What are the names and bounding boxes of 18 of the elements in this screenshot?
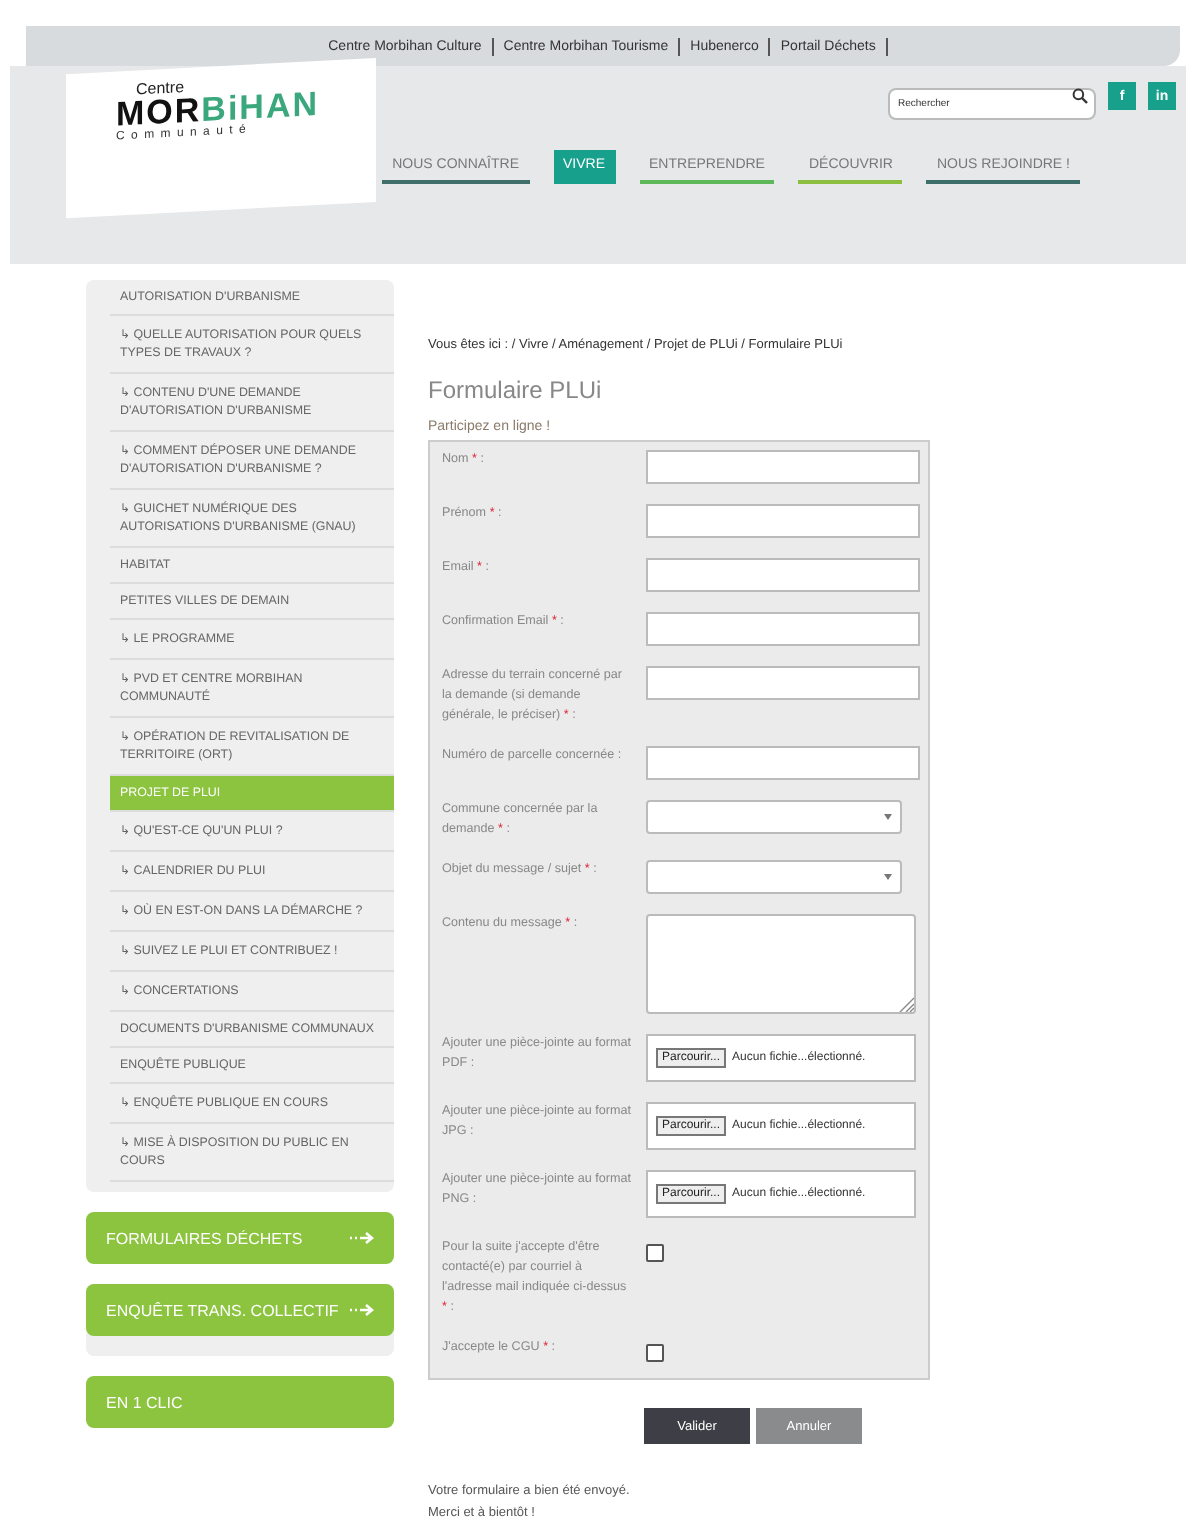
text-input[interactable] bbox=[646, 746, 920, 780]
text-input[interactable] bbox=[646, 558, 920, 592]
search-icon bbox=[1072, 88, 1088, 104]
arrow-icon bbox=[350, 1232, 374, 1244]
text-input[interactable] bbox=[646, 504, 920, 538]
resize-grip-icon bbox=[898, 996, 914, 1012]
text-input[interactable] bbox=[646, 666, 920, 700]
text-input[interactable] bbox=[646, 612, 920, 646]
select-field[interactable] bbox=[646, 800, 902, 834]
checkbox[interactable] bbox=[646, 1344, 664, 1362]
text-input[interactable] bbox=[646, 450, 920, 484]
dropdown-caret-icon bbox=[884, 874, 892, 880]
dropdown-caret-icon bbox=[884, 814, 892, 820]
checkbox[interactable] bbox=[646, 1244, 664, 1262]
select-field[interactable] bbox=[646, 860, 902, 894]
message-textarea[interactable] bbox=[646, 914, 916, 1014]
arrow-icon bbox=[350, 1304, 374, 1316]
page-title: Formulaire PLUi bbox=[428, 376, 604, 404]
